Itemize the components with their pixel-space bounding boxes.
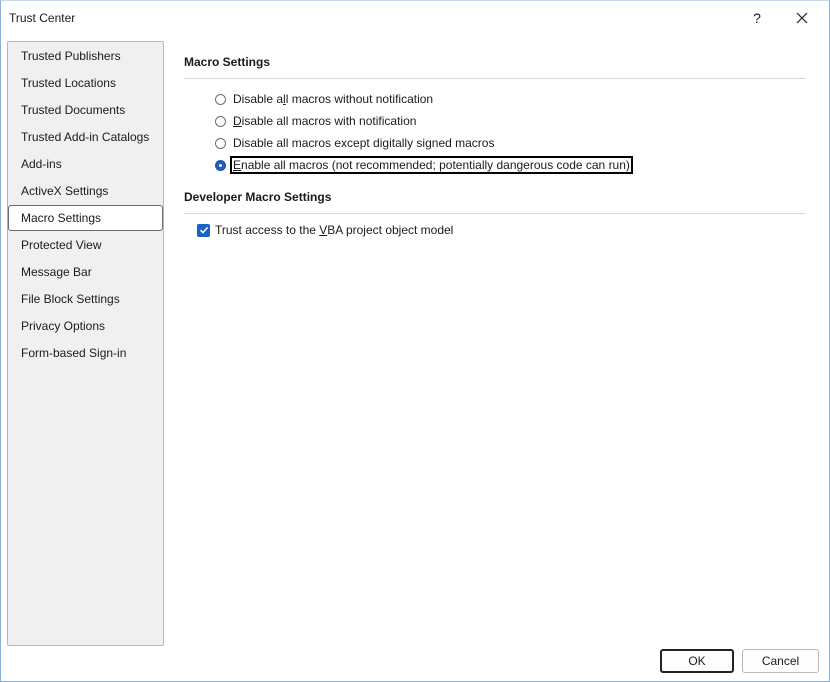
sidebar-item-trusted-documents[interactable]: Trusted Documents <box>8 97 163 123</box>
trust-vba-label: Trust access to the VBA project object m… <box>215 223 454 237</box>
sidebar-item-activex-settings[interactable]: ActiveX Settings <box>8 178 163 204</box>
sidebar-item-protected-view[interactable]: Protected View <box>8 232 163 258</box>
sidebar-item-file-block-settings[interactable]: File Block Settings <box>8 286 163 312</box>
trust-vba-checkbox[interactable] <box>197 223 210 237</box>
ok-button[interactable]: OK <box>660 649 734 673</box>
sidebar-item-trusted-locations[interactable]: Trusted Locations <box>8 70 163 96</box>
macro-settings-heading: Macro Settings <box>184 55 271 69</box>
sidebar-item-message-bar[interactable]: Message Bar <box>8 259 163 285</box>
trust-center-dialog: Trust Center ? Trusted Publishers Truste… <box>0 0 830 682</box>
radio-button[interactable] <box>215 115 226 127</box>
category-sidebar: Trusted Publishers Trusted Locations Tru… <box>7 41 164 646</box>
help-icon: ? <box>753 10 761 26</box>
sidebar-item-add-ins[interactable]: Add-ins <box>8 151 163 177</box>
developer-settings-divider <box>184 213 805 214</box>
help-button[interactable]: ? <box>737 5 777 31</box>
sidebar-item-macro-settings[interactable]: Macro Settings <box>8 205 163 231</box>
radio-button[interactable] <box>215 137 226 149</box>
trust-vba-access-option[interactable]: Trust access to the VBA project object m… <box>197 223 453 237</box>
title-bar: Trust Center ? <box>1 1 829 35</box>
close-icon <box>796 8 808 29</box>
macro-settings-divider <box>184 78 805 79</box>
radio-label: Disable all macros without notification <box>233 92 434 106</box>
dialog-title: Trust Center <box>9 11 76 25</box>
radio-disable-without-notification[interactable]: Disable all macros without notification <box>215 90 433 108</box>
sidebar-item-form-based-sign-in[interactable]: Form-based Sign-in <box>8 340 163 366</box>
sidebar-item-privacy-options[interactable]: Privacy Options <box>8 313 163 339</box>
cancel-button[interactable]: Cancel <box>742 649 819 673</box>
radio-disable-with-notification[interactable]: Disable all macros with notification <box>215 112 416 130</box>
radio-label: Disable all macros except digitally sign… <box>233 136 495 150</box>
sidebar-item-trusted-add-in-catalogs[interactable]: Trusted Add-in Catalogs <box>8 124 163 150</box>
sidebar-item-trusted-publishers[interactable]: Trusted Publishers <box>8 43 163 69</box>
radio-disable-except-signed[interactable]: Disable all macros except digitally sign… <box>215 134 494 152</box>
close-button[interactable] <box>782 5 822 31</box>
radio-button-selected[interactable] <box>215 159 226 171</box>
developer-macro-settings-heading: Developer Macro Settings <box>184 190 332 204</box>
radio-enable-all-macros[interactable]: Enable all macros (not recommended; pote… <box>215 156 633 174</box>
radio-button[interactable] <box>215 93 226 105</box>
checkmark-icon <box>199 226 208 234</box>
radio-label: Disable all macros with notification <box>233 114 417 128</box>
radio-label: Enable all macros (not recommended; pote… <box>230 156 633 174</box>
